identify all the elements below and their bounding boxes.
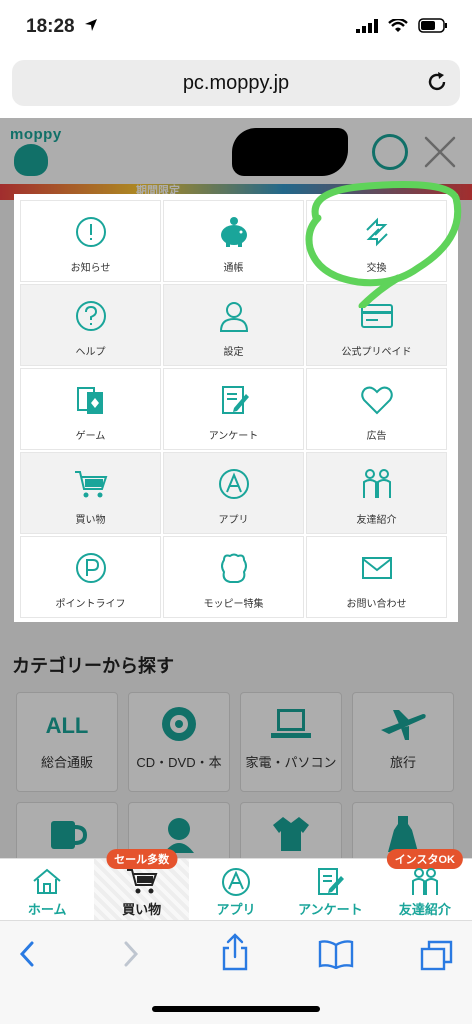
url-text: pc.moppy.jp: [182, 72, 290, 94]
tab-label: ホーム: [27, 902, 67, 917]
menu-item-label: 広告: [366, 431, 387, 442]
location-arrow-icon: [84, 18, 98, 37]
piggy-bank-icon: [217, 216, 251, 253]
menu-item-game[interactable]: ゲーム: [20, 368, 161, 450]
sale-badge: セール多数: [106, 849, 178, 869]
point-p-icon: [75, 552, 107, 589]
status-time: 18:28: [26, 16, 75, 37]
status-bar: 18:28: [0, 0, 472, 56]
reload-icon[interactable]: [426, 71, 448, 98]
user-icon: [218, 300, 250, 337]
menu-item-ads[interactable]: 広告: [306, 368, 447, 450]
menu-item-label: ポイントライフ: [55, 599, 126, 610]
menu-item-label: アプリ: [218, 515, 249, 526]
menu-item-shopping[interactable]: 買い物: [20, 452, 161, 534]
exchange-icon: [361, 216, 393, 253]
back-icon[interactable]: [16, 939, 40, 974]
menu-item-feature[interactable]: モッピー特集: [163, 536, 304, 618]
survey-icon: [315, 867, 345, 895]
menu-item-app[interactable]: アプリ: [163, 452, 304, 534]
menu-item-survey[interactable]: アンケート: [163, 368, 304, 450]
signal-icon: [356, 18, 378, 38]
friends-icon: [360, 468, 394, 505]
cart-icon: [126, 867, 158, 895]
menu-item-label: モッピー特集: [203, 599, 264, 610]
tab-invite[interactable]: インスタOK 友達紹介: [378, 849, 472, 920]
tab-app[interactable]: アプリ: [189, 859, 283, 920]
menu-item-invite[interactable]: 友達紹介: [306, 452, 447, 534]
bookmarks-icon[interactable]: [318, 939, 354, 974]
tab-label: 買い物: [122, 902, 162, 917]
card-icon: [360, 303, 394, 334]
address-bar[interactable]: pc.moppy.jp: [12, 60, 460, 106]
friends-icon: [409, 867, 441, 895]
menu-item-label: 公式プリペイド: [341, 347, 412, 358]
global-menu: お知らせ 通帳 交換 ヘルプ 設定 公式プリペイド ゲーム アンケート 広告 買…: [14, 194, 458, 622]
menu-item-label: 通帳: [223, 263, 244, 274]
app-a-icon: [221, 867, 251, 896]
menu-item-label: ゲーム: [75, 431, 106, 442]
menu-item-label: 設定: [223, 347, 244, 358]
menu-item-label: 友達紹介: [356, 515, 397, 526]
mascot-icon: [218, 552, 250, 589]
tab-survey[interactable]: アンケート: [283, 859, 377, 920]
cart-icon: [74, 469, 108, 504]
menu-item-exchange[interactable]: 交換: [306, 200, 447, 282]
share-icon[interactable]: [220, 933, 250, 976]
wifi-icon: [388, 17, 408, 38]
menu-item-help[interactable]: ヘルプ: [20, 284, 161, 366]
forward-icon[interactable]: [118, 939, 142, 974]
menu-item-notice[interactable]: お知らせ: [20, 200, 161, 282]
notice-icon: [75, 216, 107, 253]
tab-label: アンケート: [298, 902, 363, 917]
menu-item-label: ヘルプ: [75, 347, 106, 358]
tab-label: 友達紹介: [398, 902, 451, 917]
survey-icon: [218, 384, 250, 421]
menu-item-label: お知らせ: [70, 263, 111, 274]
instagram-badge: インスタOK: [386, 849, 463, 869]
app-a-icon: [218, 468, 250, 505]
menu-item-passbook[interactable]: 通帳: [163, 200, 304, 282]
tab-home[interactable]: ホーム: [0, 859, 94, 920]
site-tab-bar: ホーム セール多数 買い物 アプリ アンケート インスタOK 友達紹介: [0, 849, 472, 920]
menu-item-label: 交換: [366, 263, 387, 274]
help-icon: [75, 300, 107, 337]
menu-item-label: アンケート: [208, 431, 259, 442]
menu-item-settings[interactable]: 設定: [163, 284, 304, 366]
menu-item-contact[interactable]: お問い合わせ: [306, 536, 447, 618]
tab-shopping[interactable]: セール多数 買い物: [94, 849, 189, 920]
cards-icon: [75, 384, 107, 421]
heart-icon: [360, 385, 393, 420]
menu-item-label: 買い物: [75, 515, 106, 526]
tabs-icon[interactable]: [420, 939, 454, 976]
home-indicator[interactable]: [152, 1006, 320, 1012]
battery-icon: [418, 18, 448, 38]
menu-item-point-life[interactable]: ポイントライフ: [20, 536, 161, 618]
mail-icon: [361, 556, 393, 585]
menu-item-prepaid[interactable]: 公式プリペイド: [306, 284, 447, 366]
home-icon: [32, 867, 62, 895]
menu-item-label: お問い合わせ: [346, 599, 407, 610]
tab-label: アプリ: [216, 902, 256, 917]
